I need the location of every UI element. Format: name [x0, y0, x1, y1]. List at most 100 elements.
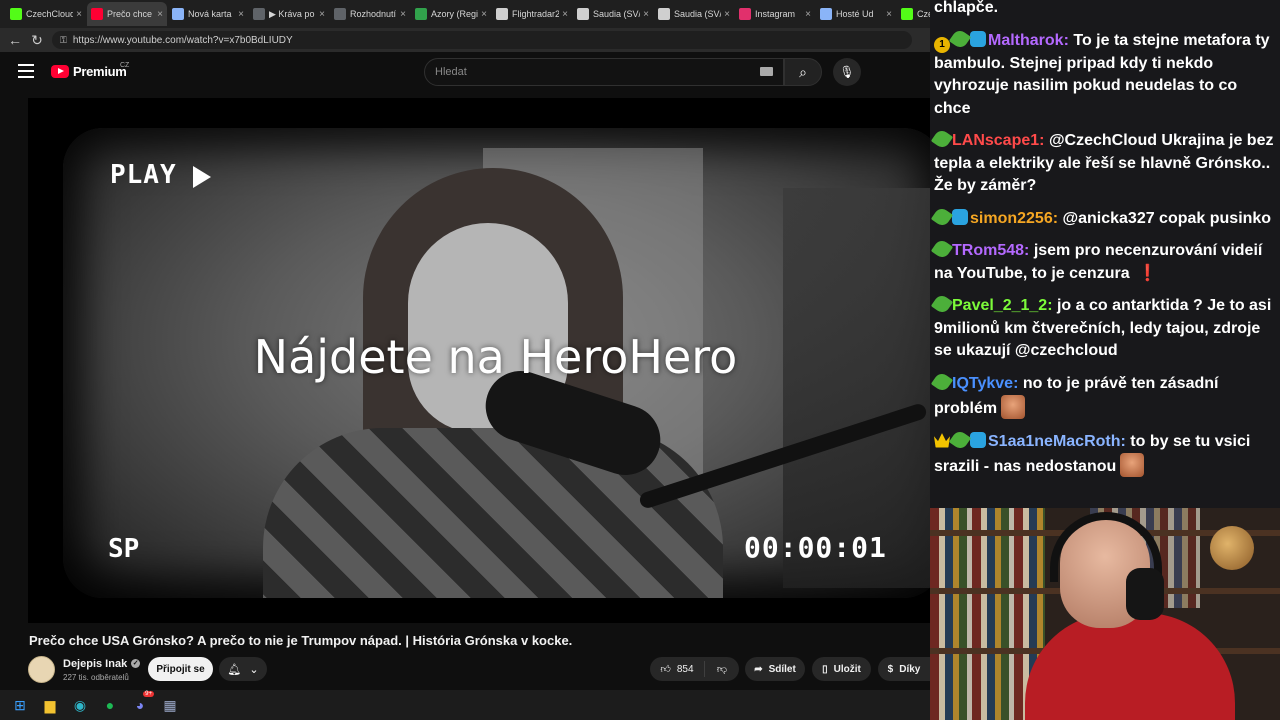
edge-browser-icon[interactable]: ◉	[70, 695, 90, 715]
tab-label: Saudia (SV/	[674, 9, 722, 19]
chat-badge-green-icon	[930, 292, 954, 316]
save-button[interactable]: ▯ Uložit	[812, 657, 871, 681]
like-button[interactable]: 👍︎ 854	[650, 661, 705, 677]
tab-label: CzechCloud	[26, 9, 74, 19]
windows-start-icon[interactable]: ⊞	[10, 695, 30, 715]
browser-tab-strip: CzechCloud × Prečo chce × Nová karta × ▶ Kráva…	[0, 0, 930, 28]
chat-username[interactable]: S1aa1neMacRoth	[988, 433, 1121, 450]
channel-info: Dejepis Inak ✓ 227 tis. odběratelů	[28, 656, 141, 683]
tab-favicon-icon	[10, 8, 22, 20]
chat-message: S1aa1neMacRoth: to by se tu vsici srazil…	[934, 428, 1274, 479]
tab-label: Prečo chce	[107, 9, 153, 19]
menu-icon[interactable]	[18, 64, 34, 78]
keyboard-icon[interactable]	[760, 67, 773, 76]
thanks-icon: $	[887, 663, 894, 675]
search-input[interactable]: Hledat	[424, 58, 784, 86]
tab-close-icon[interactable]: ×	[562, 9, 568, 20]
chat-badge-green-icon	[930, 237, 954, 261]
video-player[interactable]: PLAY Nájdete na HeroHero SP 00:00:01	[28, 98, 930, 623]
browser-tab[interactable]: Rozhodnutí ×	[330, 2, 410, 26]
dislike-button[interactable]: 👎︎	[705, 663, 739, 675]
spotify-icon[interactable]: ●	[100, 695, 120, 715]
notifications-button[interactable]: 🔔︎ ⌄	[219, 657, 267, 681]
tab-favicon-icon	[172, 8, 184, 20]
address-bar[interactable]: ⚿ https://www.youtube.com/watch?v=x7b0Bd…	[52, 31, 912, 49]
file-explorer-icon[interactable]: ▆	[40, 695, 60, 715]
chat-badge-cube-icon	[970, 30, 986, 47]
microphone-icon: 🎙	[839, 65, 855, 79]
tab-favicon-icon	[334, 8, 346, 20]
tab-close-icon[interactable]: ×	[805, 9, 811, 20]
vhs-timecode: 00:00:01	[744, 531, 887, 564]
vhs-sp-text: SP	[108, 534, 140, 564]
youtube-brand: Premium	[73, 64, 127, 79]
browser-tab[interactable]: Flightradar2 ×	[492, 2, 572, 26]
chat-message: Pavel_2_1_2: jo a co antarktida ? Je to …	[930, 292, 1274, 363]
tab-close-icon[interactable]: ×	[481, 9, 487, 20]
tab-label: Rozhodnutí	[350, 9, 397, 19]
browser-tab[interactable]: Prečo chce ×	[87, 2, 167, 26]
vhs-play-icon	[193, 166, 211, 188]
chat-username[interactable]: TRom548	[952, 242, 1024, 259]
youtube-logo[interactable]: Premium	[51, 64, 127, 79]
tab-close-icon[interactable]: ×	[724, 9, 730, 20]
calculator-icon[interactable]: ▦	[160, 695, 180, 715]
search-button[interactable]: ⌕	[784, 58, 822, 86]
tab-close-icon[interactable]: ×	[319, 9, 325, 20]
browser-tab[interactable]: CzechCloud ×	[6, 2, 86, 26]
browser-toolbar: ← ↻ ⚿ https://www.youtube.com/watch?v=x7…	[0, 28, 930, 52]
share-button[interactable]: ➦ Sdílet	[745, 657, 805, 681]
tab-label: ▶ Kráva po	[269, 8, 315, 19]
back-icon[interactable]: ←	[4, 29, 26, 51]
screen: CzechCloud × Prečo chce × Nová karta × ▶ Kráva…	[0, 0, 1280, 720]
chat-username[interactable]: Pavel_2_1_2	[952, 297, 1047, 314]
tab-label: Instagram	[755, 9, 796, 19]
tab-close-icon[interactable]: ×	[238, 9, 244, 20]
site-info-icon[interactable]: ⚿	[60, 35, 67, 46]
chat-badge-green-icon	[930, 127, 954, 151]
exclamation-emoji-icon: ❗	[1137, 264, 1158, 282]
webcam-headset-earcup	[1126, 568, 1164, 620]
chat-message: LANscape1: @CzechCloud Ukrajina je bez t…	[930, 127, 1274, 198]
tab-close-icon[interactable]: ×	[76, 9, 82, 20]
vhs-play-text: PLAY	[110, 160, 177, 190]
chat-text: @anicka327 copak pusinko	[1062, 209, 1272, 227]
streamer-webcam	[930, 508, 1280, 720]
browser-tab[interactable]: ▶ Kráva po ×	[249, 2, 329, 26]
chat-username-separator: :	[1024, 242, 1034, 259]
channel-name[interactable]: Dejepis Inak	[63, 658, 127, 670]
join-button[interactable]: Připojit se	[148, 657, 213, 681]
tab-favicon-icon	[577, 8, 589, 20]
browser-tab[interactable]: Cze×	[897, 2, 930, 26]
tab-close-icon[interactable]: ×	[400, 9, 406, 20]
browser-tab[interactable]: Saudia (SV/×	[573, 2, 653, 26]
tab-close-icon[interactable]: ×	[157, 9, 163, 20]
chat-message: 1 Maltharok: To je ta stejne metafora ty …	[934, 27, 1274, 121]
tab-close-icon[interactable]: ×	[886, 9, 892, 20]
chat-username[interactable]: LANscape1	[952, 132, 1039, 149]
chevron-down-icon: ⌄	[249, 663, 259, 676]
thanks-button[interactable]: $ Díky	[878, 657, 930, 681]
browser-tab[interactable]: Hosté Ud ×	[816, 2, 896, 26]
voice-search-button[interactable]: 🎙	[833, 58, 861, 86]
thanks-label: Díky	[899, 663, 921, 675]
chat-username[interactable]: simon2256	[970, 210, 1053, 227]
browser-tab[interactable]: Nová karta ×	[168, 2, 248, 26]
chat-username[interactable]: Maltharok	[988, 32, 1064, 49]
browser-tab[interactable]: Instagram ×	[735, 2, 815, 26]
tab-close-icon[interactable]: ×	[643, 9, 649, 20]
share-icon: ➦	[754, 663, 763, 675]
tab-favicon-icon	[496, 8, 508, 20]
browser-tab[interactable]: Saudia (SV/×	[654, 2, 734, 26]
chat-badge-crown-icon	[934, 433, 950, 448]
channel-avatar[interactable]	[28, 656, 55, 683]
tab-label: Hosté Ud	[836, 9, 874, 19]
chat-badge-green-icon	[930, 205, 954, 228]
tab-favicon-icon	[820, 8, 832, 20]
chat-username[interactable]: IQTykve	[952, 375, 1013, 392]
webcam-person-body	[1025, 613, 1235, 720]
chat-message: chlapče.	[934, 0, 1274, 20]
discord-icon[interactable]: ◕ 9+	[130, 691, 154, 715]
reload-icon[interactable]: ↻	[26, 29, 48, 51]
browser-tab[interactable]: Azory (Regi ×	[411, 2, 491, 26]
